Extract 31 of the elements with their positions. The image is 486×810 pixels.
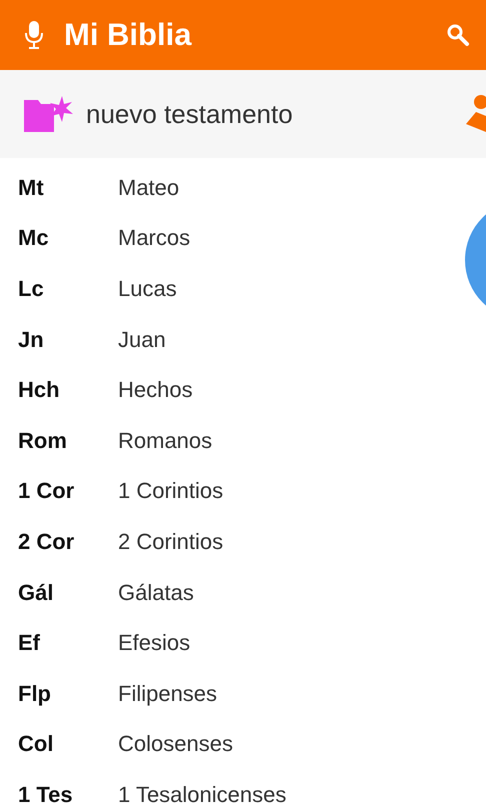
- search-icon[interactable]: [446, 23, 470, 47]
- book-abbreviation: Mt: [18, 174, 45, 202]
- book-abbreviation: Mc: [18, 224, 50, 252]
- book-abbreviation: Jn: [18, 326, 45, 354]
- book-abbreviation: Col: [18, 730, 54, 758]
- book-abbreviation: 1 Cor: [18, 477, 76, 506]
- app-title: Mi Biblia: [64, 16, 192, 54]
- book-name[interactable]: 1 Corintios: [118, 474, 224, 508]
- book-name[interactable]: 1 Tesalonicenses: [118, 778, 286, 810]
- book-name[interactable]: Mateo: [118, 170, 180, 204]
- book-abbreviation: Lc: [18, 274, 45, 303]
- book-name[interactable]: Filipenses: [118, 676, 218, 710]
- book-name[interactable]: Colosenses: [118, 727, 233, 760]
- book-abbreviation: Ef: [18, 629, 41, 658]
- book-name[interactable]: 2 Corintios: [118, 524, 224, 558]
- book-abbreviation: 2 Cor: [18, 528, 76, 556]
- microphone-icon[interactable]: [24, 20, 44, 50]
- book-name[interactable]: Romanos: [118, 424, 212, 457]
- section-title: nuevo testamento: [86, 98, 293, 130]
- book-abbreviation: Rom: [18, 426, 68, 455]
- book-name[interactable]: Hechos: [118, 373, 193, 406]
- book-abbreviation: Hch: [18, 376, 61, 404]
- book-abbreviation: Gál: [18, 578, 54, 607]
- book-name[interactable]: Marcos: [118, 221, 190, 254]
- folder-icon: [24, 96, 74, 132]
- book-name[interactable]: Efesios: [118, 626, 190, 660]
- book-name[interactable]: Juan: [118, 322, 166, 356]
- book-name[interactable]: Gálatas: [118, 576, 194, 609]
- book-abbreviation: Flp: [18, 680, 52, 708]
- book-abbreviation: 1 Tes: [18, 780, 74, 809]
- book-name[interactable]: Lucas: [118, 272, 177, 305]
